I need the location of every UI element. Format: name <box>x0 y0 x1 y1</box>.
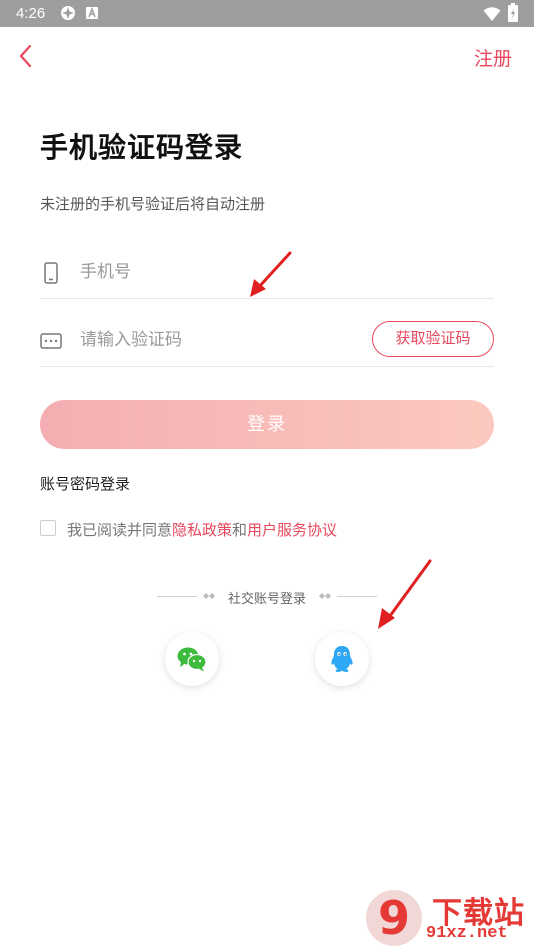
social-login-divider: 社交账号登录 <box>157 588 377 606</box>
wechat-login-button[interactable] <box>165 632 219 686</box>
app-icon <box>61 6 75 20</box>
divider-line-left <box>157 596 197 597</box>
site-logo: 9 <box>366 890 422 946</box>
watermark: 9 下载站 91xz.net <box>362 888 534 950</box>
register-link[interactable]: 注册 <box>474 44 512 71</box>
phone-icon <box>44 262 58 284</box>
agreement-text: 我已阅读并同意隐私政策和用户服务协议 <box>67 519 337 540</box>
login-button[interactable]: 登录 <box>40 400 494 449</box>
code-input[interactable] <box>80 327 380 353</box>
watermark-url: 91xz.net <box>426 924 508 943</box>
diamond-icon <box>319 593 331 599</box>
page-subtitle: 未注册的手机号验证后将自动注册 <box>40 196 266 213</box>
get-code-button[interactable]: 获取验证码 <box>372 321 494 357</box>
wifi-icon <box>483 7 501 21</box>
battery-icon <box>508 3 518 22</box>
agreement-prefix: 我已阅读并同意 <box>67 522 173 539</box>
page-title: 手机验证码登录 <box>40 132 244 163</box>
terms-of-service-link[interactable]: 用户服务协议 <box>247 522 337 539</box>
agreement-checkbox[interactable] <box>40 520 56 536</box>
phone-input[interactable] <box>80 259 380 285</box>
social-login-label: 社交账号登录 <box>227 591 306 606</box>
divider-line-right <box>337 596 377 597</box>
code-field-row: 获取验证码 <box>40 313 494 367</box>
password-login-link[interactable]: 账号密码登录 <box>40 473 130 494</box>
qq-icon <box>331 646 353 672</box>
wechat-icon <box>177 647 207 672</box>
annotation-arrow <box>378 559 432 629</box>
diamond-icon <box>203 593 215 599</box>
annotation-arrow <box>250 251 292 297</box>
qq-login-button[interactable] <box>315 632 369 686</box>
agreement-conjunction: 和 <box>232 522 248 539</box>
status-time: 4:26 <box>16 5 46 22</box>
a-icon <box>86 7 98 19</box>
keyboard-icon <box>40 333 62 349</box>
watermark-logo-text: 9 <box>378 891 410 945</box>
chevron-left-icon[interactable] <box>14 42 40 70</box>
privacy-policy-link[interactable]: 隐私政策 <box>172 522 232 539</box>
status-bar: 4:26 <box>0 0 534 27</box>
